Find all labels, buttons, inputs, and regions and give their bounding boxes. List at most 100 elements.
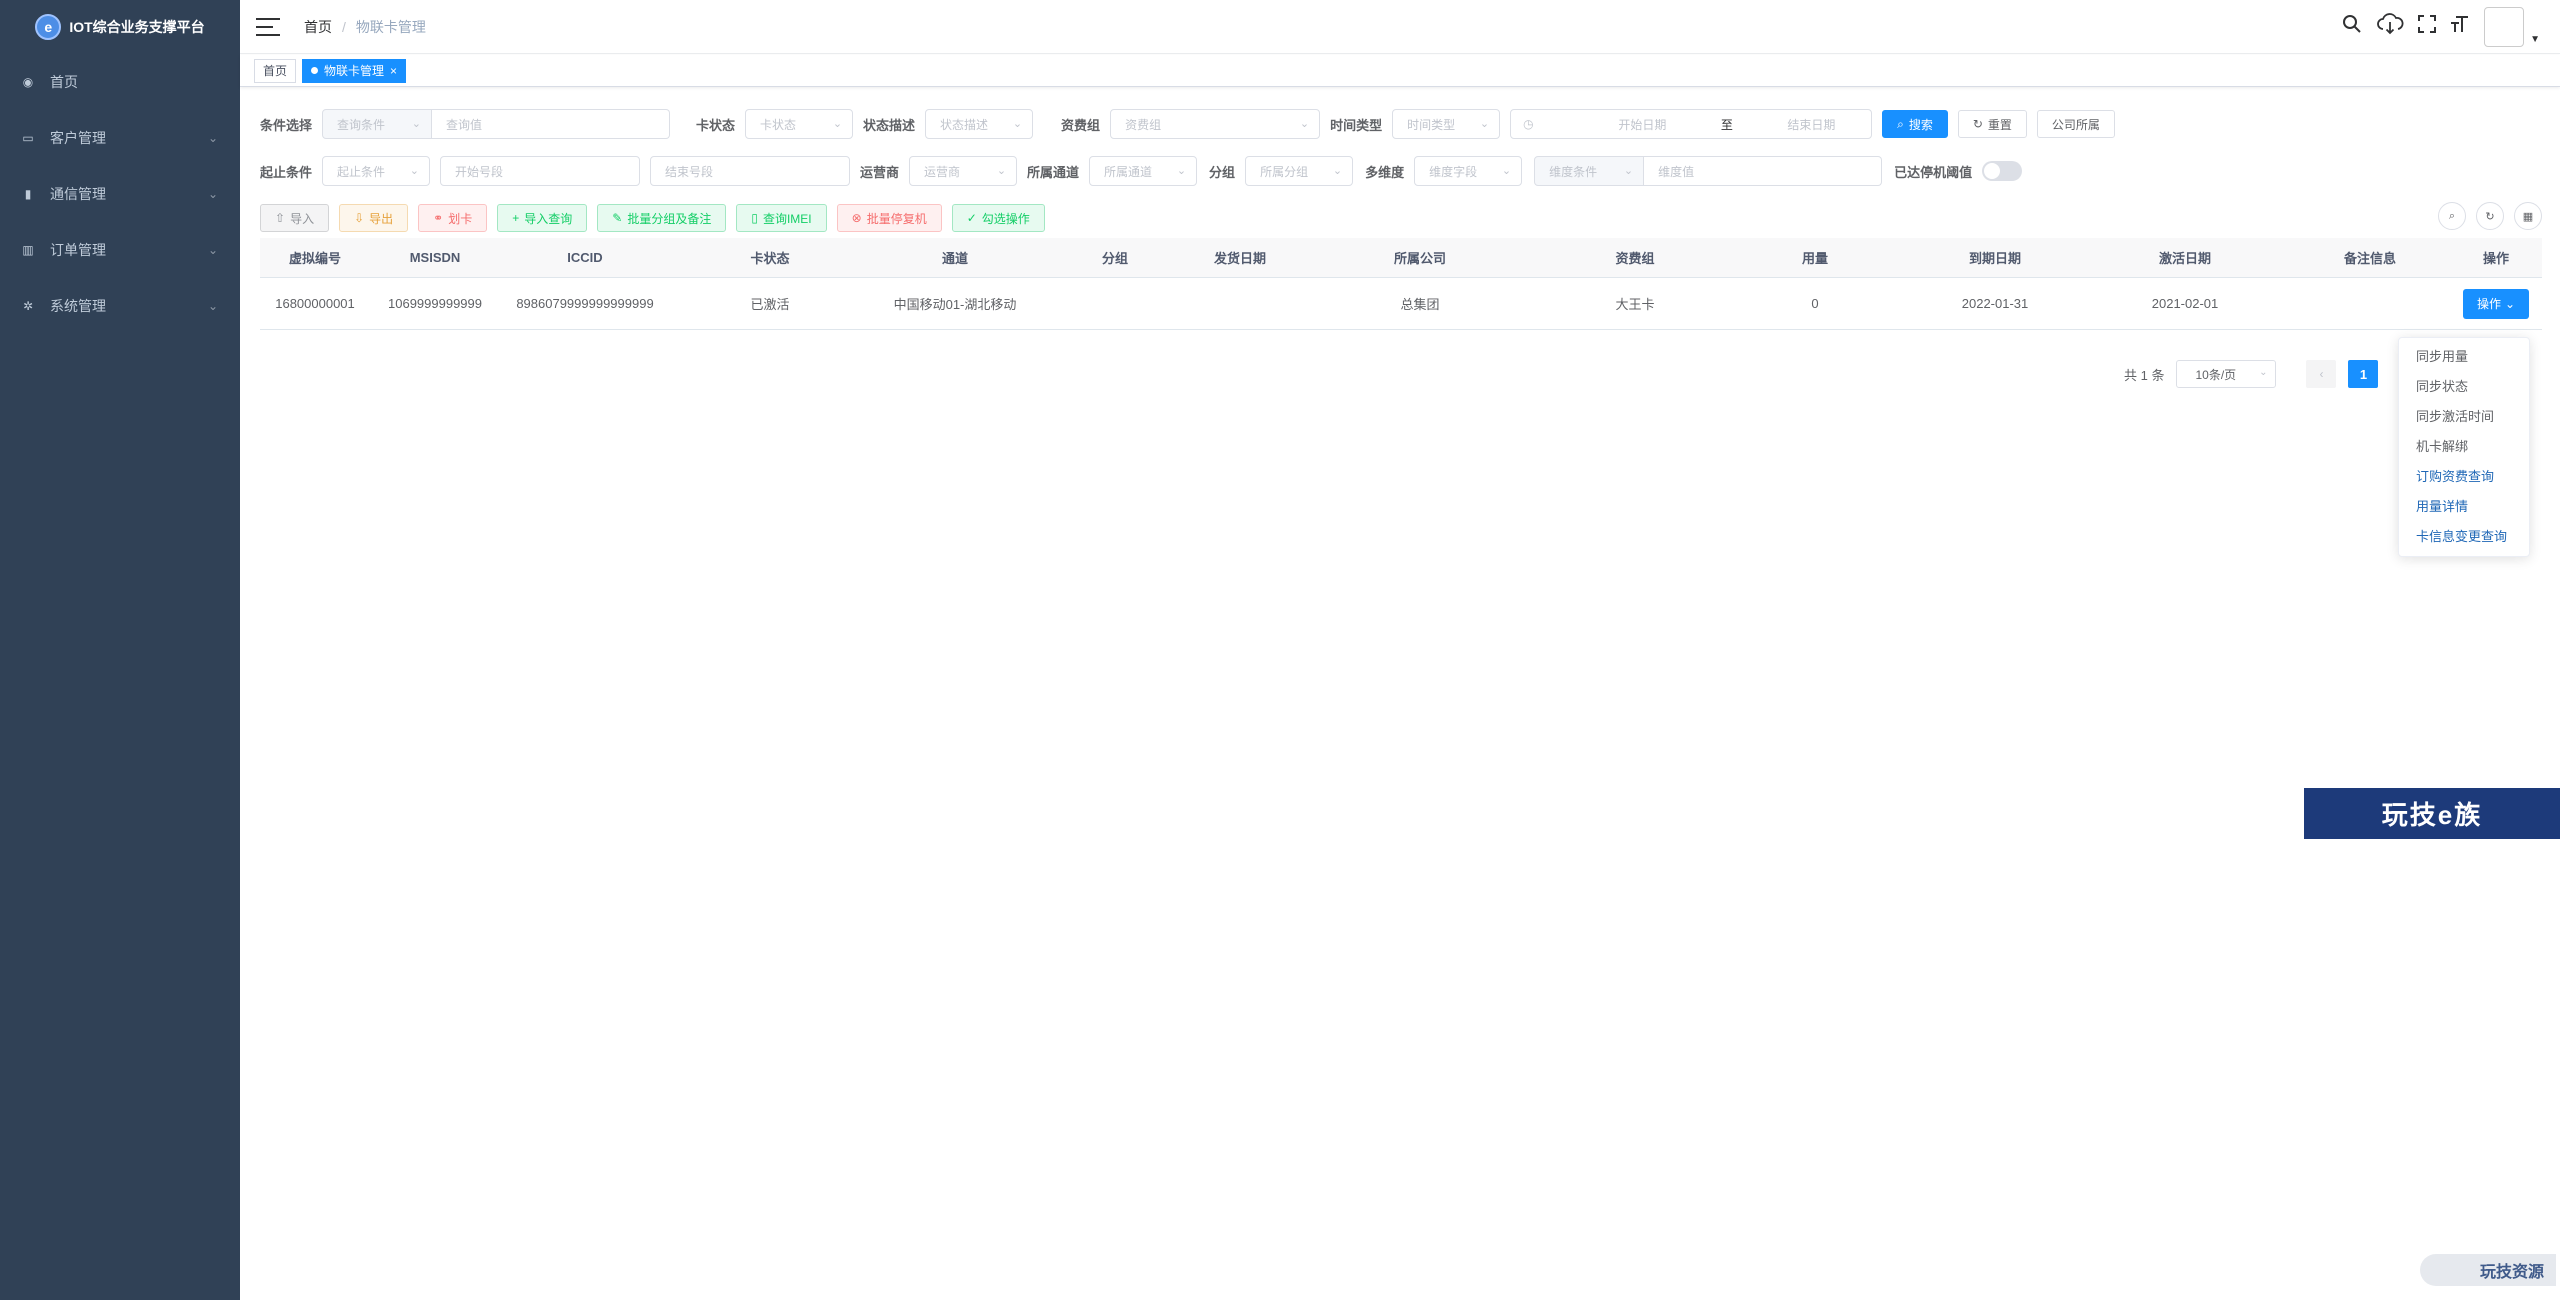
tag-home[interactable]: 首页 — [254, 58, 297, 83]
page-size-select[interactable]: 10条/页 ⌄ — [2176, 360, 2277, 388]
import-query-button[interactable]: + 导入查询 — [497, 204, 588, 232]
search-icon[interactable] — [2342, 14, 2362, 40]
dropdown-item-usage-detail[interactable]: 用量详情 — [2399, 492, 2529, 522]
col-group[interactable]: 分组 — [1040, 248, 1190, 267]
col-msisdn[interactable]: MSISDN — [370, 250, 500, 265]
chevron-down-icon: ⌄ — [2259, 367, 2268, 378]
chevron-down-icon: ⌄ — [1479, 118, 1490, 130]
font-size-icon[interactable] — [2450, 15, 2470, 39]
time-type-select[interactable]: 时间类型 ⌄ — [1392, 109, 1501, 139]
hamburger-icon[interactable] — [256, 17, 280, 36]
chevron-down-icon: ⌄ — [1012, 118, 1023, 130]
prev-page-button[interactable]: ‹ — [2306, 360, 2337, 388]
query-imei-button[interactable]: ▯ 查询IMEI — [736, 204, 827, 232]
cloud-download-icon[interactable] — [2376, 13, 2404, 41]
breadcrumb-home[interactable]: 首页 — [304, 17, 332, 37]
refresh-icon[interactable]: ↻ — [2476, 202, 2504, 230]
dropdown-item-card-change-query[interactable]: 卡信息变更查询 — [2399, 522, 2529, 552]
sidebar-item-system[interactable]: ✲ 系统管理 ⌄ — [0, 278, 240, 334]
threshold-switch[interactable] — [1982, 161, 2023, 181]
sidebar-item-customers[interactable]: ▭ 客户管理 ⌄ — [0, 110, 240, 166]
operator-select[interactable]: 运营商 ⌄ — [909, 156, 1018, 186]
columns-icon[interactable]: ▦ — [2514, 202, 2542, 230]
sidebar-item-orders[interactable]: ▥ 订单管理 ⌄ — [0, 222, 240, 278]
sidebar-item-home[interactable]: ◉ 首页 — [0, 54, 240, 110]
start-number-input[interactable]: 开始号段 — [440, 156, 641, 186]
date-range-picker[interactable]: ◷ 开始日期 至 结束日期 — [1510, 109, 1873, 139]
clock-icon: ◷ — [1523, 117, 1534, 131]
col-tariff[interactable]: 资费组 — [1550, 248, 1720, 267]
query-value-input[interactable]: 查询值 — [432, 109, 671, 139]
dropdown-item-unbind[interactable]: 机卡解绑 — [2399, 432, 2529, 462]
import-button[interactable]: ⇧ 导入 — [260, 204, 330, 232]
condition-select[interactable]: 查询条件 ⌄ — [322, 109, 433, 139]
dimension-value-input[interactable]: 维度值 — [1644, 156, 1883, 186]
status-desc-select[interactable]: 状态描述 ⌄ — [925, 109, 1034, 139]
caret-down-icon[interactable]: ▼ — [2530, 34, 2540, 45]
check-operation-button[interactable]: ✓ 勾选操作 — [951, 204, 1045, 232]
range-select[interactable]: 起止条件 ⌄ — [322, 156, 431, 186]
dropdown-item-sync-usage[interactable]: 同步用量 — [2399, 342, 2529, 372]
chevron-down-icon: ⌄ — [1332, 165, 1343, 177]
col-usage[interactable]: 用量 — [1720, 248, 1910, 267]
breadcrumb-separator: / — [342, 18, 346, 35]
reset-button[interactable]: ↻ 重置 — [1957, 110, 2027, 138]
col-remark[interactable]: 备注信息 — [2290, 248, 2450, 267]
status-desc-label: 状态描述 — [863, 117, 916, 133]
batch-stop-button[interactable]: ⊗ 批量停复机 — [836, 204, 942, 232]
end-number-input[interactable]: 结束号段 — [650, 156, 851, 186]
batch-group-button[interactable]: ✎ 批量分组及备注 — [597, 204, 727, 232]
chevron-down-icon: ⌄ — [1299, 118, 1310, 130]
assign-card-button[interactable]: ⚭ 划卡 — [418, 204, 488, 232]
tag-iot-card[interactable]: 物联卡管理 × — [302, 58, 407, 83]
group-placeholder: 所属分组 — [1260, 164, 1309, 179]
col-operation[interactable]: 操作 — [2450, 248, 2542, 267]
col-company[interactable]: 所属公司 — [1290, 248, 1550, 267]
cell-channel: 中国移动01-湖北移动 — [893, 297, 1017, 312]
cell-virtual-no[interactable]: 16800000001 — [260, 296, 370, 311]
batch-group-label: 批量分组及备注 — [627, 211, 712, 226]
batch-stop-label: 批量停复机 — [866, 211, 927, 226]
end-number-placeholder: 结束号段 — [665, 164, 714, 179]
export-button[interactable]: ⇩ 导出 — [339, 204, 409, 232]
channel-select[interactable]: 所属通道 ⌄ — [1089, 156, 1198, 186]
card-status-placeholder: 卡状态 — [760, 117, 797, 132]
query-imei-label: 查询IMEI — [762, 211, 812, 226]
col-activate-date[interactable]: 激活日期 — [2080, 248, 2290, 267]
sidebar-item-label: 系统管理 — [50, 298, 106, 314]
search-icon: ⌕ — [1897, 116, 1904, 131]
company-button[interactable]: 公司所属 — [2036, 110, 2115, 138]
col-card-status[interactable]: 卡状态 — [670, 248, 870, 267]
search-button[interactable]: ⌕ 搜索 — [1882, 110, 1948, 138]
fullscreen-icon[interactable] — [2418, 15, 2437, 39]
page-number-current[interactable]: 1 — [2348, 360, 2379, 388]
col-ship-date[interactable]: 发货日期 — [1190, 248, 1290, 267]
avatar[interactable] — [2484, 7, 2525, 47]
time-type-label: 时间类型 — [1330, 117, 1383, 133]
operation-dropdown-button[interactable]: 操作 ⌄ — [2462, 288, 2530, 319]
watermark-corner: 玩技资源 — [2420, 1254, 2556, 1286]
col-virtual-no[interactable]: 虚拟编号 — [260, 248, 370, 267]
dimension-condition-select[interactable]: 维度条件 ⌄ — [1534, 156, 1645, 186]
start-date-placeholder: 开始日期 — [1618, 117, 1667, 132]
col-iccid[interactable]: ICCID — [500, 250, 670, 265]
cell-operation: 操作 ⌄ — [2450, 288, 2542, 319]
app-logo[interactable]: e IOT综合业务支撑平台 — [0, 0, 240, 54]
tariff-select[interactable]: 资费组 ⌄ — [1110, 109, 1321, 139]
col-expire-date[interactable]: 到期日期 — [1910, 248, 2080, 267]
dimension-value-placeholder: 维度值 — [1658, 164, 1695, 179]
dropdown-item-sync-status[interactable]: 同步状态 — [2399, 372, 2529, 402]
card-status-select[interactable]: 卡状态 ⌄ — [745, 109, 854, 139]
app-title: IOT综合业务支撑平台 — [69, 19, 205, 35]
search-icon[interactable]: ⌕ — [2438, 202, 2466, 230]
sidebar-item-communication[interactable]: ▮ 通信管理 ⌄ — [0, 166, 240, 222]
col-channel[interactable]: 通道 — [870, 248, 1040, 267]
dropdown-item-sync-activate-time[interactable]: 同步激活时间 — [2399, 402, 2529, 432]
tags-view: 首页 物联卡管理 × — [240, 55, 2560, 87]
dimension-select[interactable]: 维度字段 ⌄ — [1414, 156, 1523, 186]
group-select[interactable]: 所属分组 ⌄ — [1245, 156, 1354, 186]
table-row[interactable]: 16800000001 1069999999999 89860799999999… — [260, 278, 2542, 330]
tag-close-icon[interactable]: × — [390, 60, 397, 82]
cell-usage: 0 — [1811, 296, 1819, 311]
dropdown-item-order-tariff-query[interactable]: 订购资费查询 — [2399, 462, 2529, 492]
